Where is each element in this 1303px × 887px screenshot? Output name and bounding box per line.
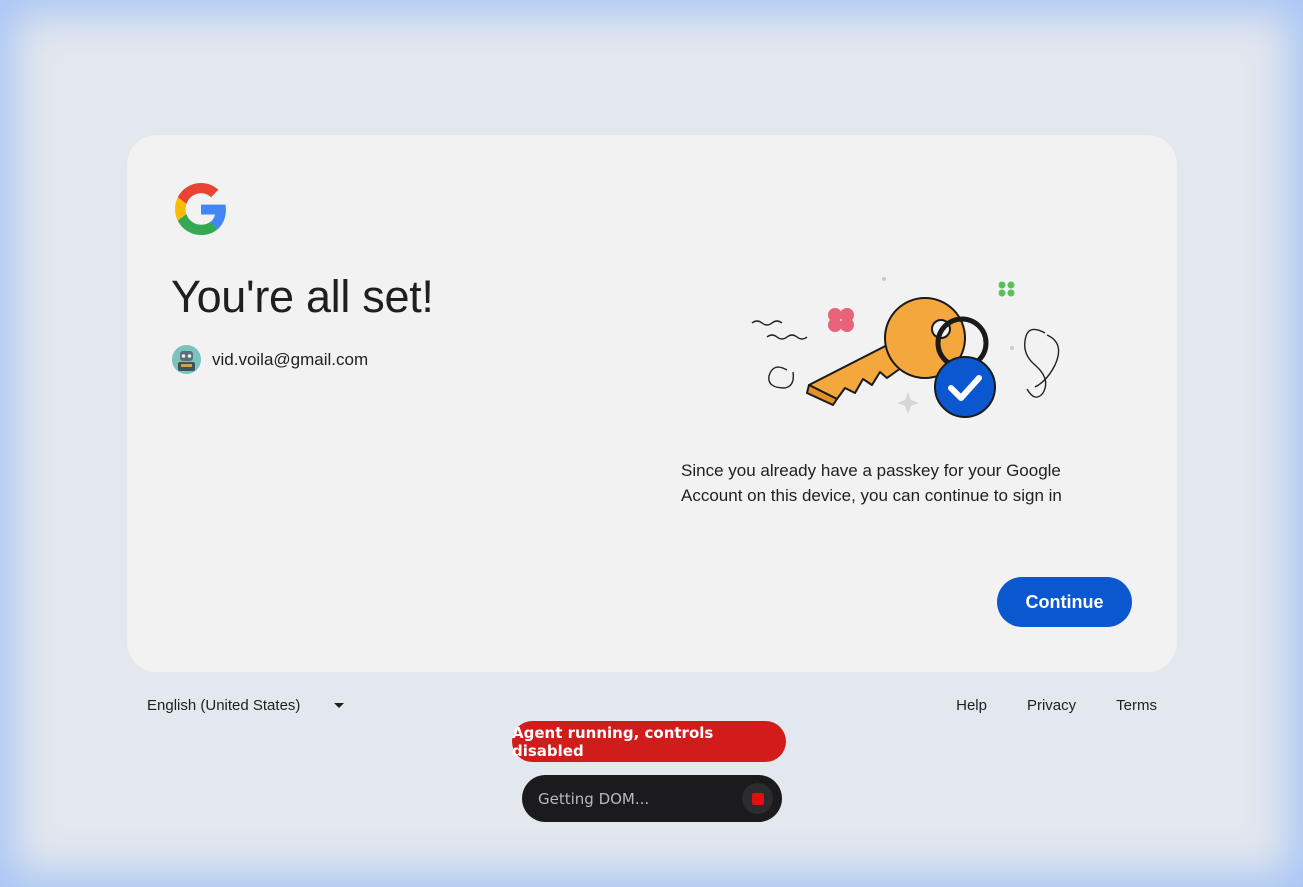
language-label: English (United States) [147, 697, 301, 714]
signin-card: You're all set! vid.voila@gmail.com Sinc… [127, 135, 1177, 672]
continue-button[interactable]: Continue [997, 577, 1132, 627]
language-selector[interactable]: English (United States) [147, 697, 345, 714]
page-title: You're all set! [171, 271, 434, 322]
account-chip: vid.voila@gmail.com [172, 345, 368, 374]
stop-agent-button[interactable] [742, 783, 773, 814]
stop-icon [751, 792, 764, 805]
footer-links: Help Privacy Terms [916, 697, 1157, 714]
passkey-description: Since you already have a passkey for you… [681, 458, 1101, 508]
google-logo-icon [175, 183, 226, 235]
avatar [172, 345, 201, 374]
description-line-2: Account on this device, you can continue… [681, 486, 1062, 505]
privacy-link[interactable]: Privacy [1027, 697, 1076, 714]
terms-link[interactable]: Terms [1116, 697, 1157, 714]
passkey-illustration [751, 277, 1060, 418]
chevron-down-icon [334, 703, 345, 708]
account-email: vid.voila@gmail.com [212, 349, 369, 369]
agent-status-text: Getting DOM... [538, 789, 650, 808]
description-line-1: Since you already have a passkey for you… [681, 461, 1061, 480]
agent-status-pill: Getting DOM... [522, 775, 782, 822]
help-link[interactable]: Help [956, 697, 987, 714]
robot-avatar-icon [172, 345, 201, 374]
agent-running-badge: Agent running, controls disabled [512, 721, 786, 762]
